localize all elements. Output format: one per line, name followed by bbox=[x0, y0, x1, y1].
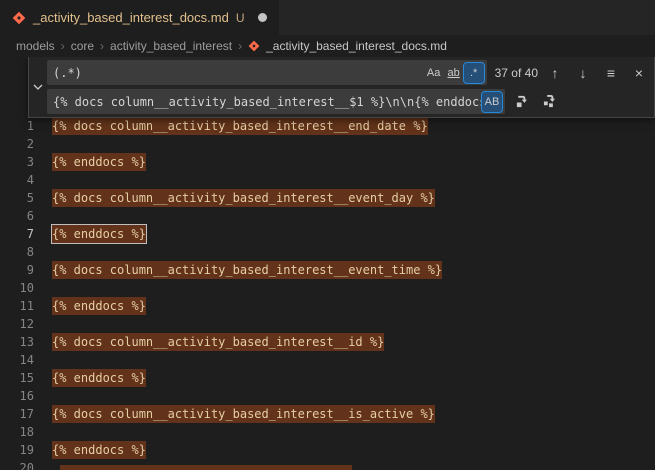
breadcrumb-item-models[interactable]: models bbox=[16, 39, 55, 53]
replace-input-box: AB bbox=[47, 89, 505, 114]
tab-activity-docs[interactable]: _activity_based_interest_docs.md U bbox=[0, 0, 279, 35]
match-highlight: {% docs column__activity_based_interest_… bbox=[52, 189, 435, 207]
close-icon[interactable]: × bbox=[628, 62, 650, 84]
match-highlight: {% enddocs %} bbox=[52, 441, 146, 459]
breadcrumb-separator: › bbox=[100, 39, 104, 53]
match-highlight: {% enddocs %} bbox=[52, 153, 146, 171]
editor-line[interactable]: 17 {% docs column__activity_based_interes… bbox=[0, 405, 655, 423]
line-number: 3 bbox=[0, 155, 34, 169]
match-highlight: {% docs column__activity_based_interest_… bbox=[52, 117, 428, 135]
regex-toggle[interactable]: .* bbox=[464, 63, 484, 83]
editor-line[interactable]: 1 {% docs column__activity_based_interest… bbox=[0, 117, 655, 135]
find-replace-widget: Aa ab .* 37 of 40 ↑ ↓ ≡ × AB bbox=[28, 57, 655, 118]
match-highlight: {% docs column__activity_based_interest_… bbox=[52, 333, 384, 351]
editor-line[interactable]: 14 bbox=[0, 351, 655, 369]
tab-bar: _activity_based_interest_docs.md U bbox=[0, 0, 655, 35]
editor-line[interactable]: 10 bbox=[0, 279, 655, 297]
line-number: 2 bbox=[0, 137, 34, 151]
line-number: 19 bbox=[0, 443, 34, 457]
editor-line[interactable]: 4 bbox=[0, 171, 655, 189]
partial-match-sliver bbox=[60, 465, 352, 470]
breadcrumb-item-activity-based-interest[interactable]: activity_based_interest bbox=[110, 39, 232, 53]
line-number: 17 bbox=[0, 407, 34, 421]
editor-lines: 1 {% docs column__activity_based_interest… bbox=[0, 117, 655, 470]
replace-icon[interactable] bbox=[511, 91, 533, 113]
tab-filename: _activity_based_interest_docs.md bbox=[33, 10, 229, 25]
editor-line[interactable]: 3 {% enddocs %} bbox=[0, 153, 655, 171]
dbt-file-icon bbox=[12, 11, 26, 25]
line-number: 13 bbox=[0, 335, 34, 349]
git-status-badge: U bbox=[236, 11, 245, 25]
breadcrumb: models › core › activity_based_interest … bbox=[0, 35, 655, 57]
breadcrumb-item-file[interactable]: _activity_based_interest_docs.md bbox=[266, 39, 447, 53]
editor-line[interactable]: 9 {% docs column__activity_based_interest… bbox=[0, 261, 655, 279]
line-number: 16 bbox=[0, 389, 34, 403]
replace-all-icon[interactable] bbox=[539, 91, 561, 113]
replace-input[interactable] bbox=[53, 95, 482, 109]
editor-line[interactable]: 16 bbox=[0, 387, 655, 405]
breadcrumb-separator: › bbox=[238, 39, 242, 53]
breadcrumb-separator: › bbox=[61, 39, 65, 53]
find-input[interactable] bbox=[53, 66, 424, 80]
unsaved-changes-dot[interactable] bbox=[258, 13, 267, 22]
editor-line[interactable]: 8 bbox=[0, 243, 655, 261]
editor-line[interactable]: 6 bbox=[0, 207, 655, 225]
match-highlight: {% docs column__activity_based_interest_… bbox=[52, 405, 435, 423]
find-widget-collapse-chevron[interactable] bbox=[29, 60, 47, 114]
line-number: 6 bbox=[0, 209, 34, 223]
line-number: 5 bbox=[0, 191, 34, 205]
find-row: Aa ab .* 37 of 40 ↑ ↓ ≡ × bbox=[47, 60, 650, 85]
editor-line[interactable]: 7 {% enddocs %} bbox=[0, 225, 655, 243]
line-number: 10 bbox=[0, 281, 34, 295]
code-editor[interactable]: 1 {% docs column__activity_based_interest… bbox=[0, 57, 655, 470]
match-highlight: {% enddocs %} bbox=[52, 297, 146, 315]
line-number: 15 bbox=[0, 371, 34, 385]
previous-match-icon[interactable]: ↑ bbox=[544, 62, 566, 84]
line-number: 1 bbox=[0, 119, 34, 133]
line-number: 11 bbox=[0, 299, 34, 313]
preserve-case-toggle[interactable]: AB bbox=[482, 92, 502, 112]
vscode-window: _activity_based_interest_docs.md U model… bbox=[0, 0, 655, 470]
line-number: 14 bbox=[0, 353, 34, 367]
editor-line[interactable]: 5 {% docs column__activity_based_interest… bbox=[0, 189, 655, 207]
match-highlight: {% enddocs %} bbox=[52, 369, 146, 387]
find-in-selection-icon[interactable]: ≡ bbox=[600, 62, 622, 84]
editor-line[interactable]: 11 {% enddocs %} bbox=[0, 297, 655, 315]
line-number: 18 bbox=[0, 425, 34, 439]
line-number: 9 bbox=[0, 263, 34, 277]
match-highlight: {% docs column__activity_based_interest_… bbox=[52, 261, 442, 279]
editor-line[interactable]: 12 bbox=[0, 315, 655, 333]
find-input-box: Aa ab .* bbox=[47, 60, 487, 85]
breadcrumb-item-core[interactable]: core bbox=[71, 39, 94, 53]
editor-line[interactable]: 13 {% docs column__activity_based_interes… bbox=[0, 333, 655, 351]
editor-line[interactable]: 19 {% enddocs %} bbox=[0, 441, 655, 459]
next-match-icon[interactable]: ↓ bbox=[572, 62, 594, 84]
editor-line[interactable]: 18 bbox=[0, 423, 655, 441]
line-number: 20 bbox=[0, 461, 34, 470]
match-count: 37 of 40 bbox=[495, 66, 538, 80]
match-case-toggle[interactable]: Aa bbox=[424, 63, 444, 83]
editor-area: Aa ab .* 37 of 40 ↑ ↓ ≡ × AB bbox=[0, 57, 655, 470]
line-number: 8 bbox=[0, 245, 34, 259]
dbt-file-icon bbox=[248, 40, 260, 52]
replace-row: AB bbox=[47, 89, 650, 114]
editor-line[interactable]: 2 bbox=[0, 135, 655, 153]
line-number: 7 bbox=[0, 227, 34, 241]
line-number: 4 bbox=[0, 173, 34, 187]
current-match-highlight: {% enddocs %} bbox=[52, 225, 146, 243]
editor-line[interactable]: 15 {% enddocs %} bbox=[0, 369, 655, 387]
line-number: 12 bbox=[0, 317, 34, 331]
whole-word-toggle[interactable]: ab bbox=[444, 63, 464, 83]
